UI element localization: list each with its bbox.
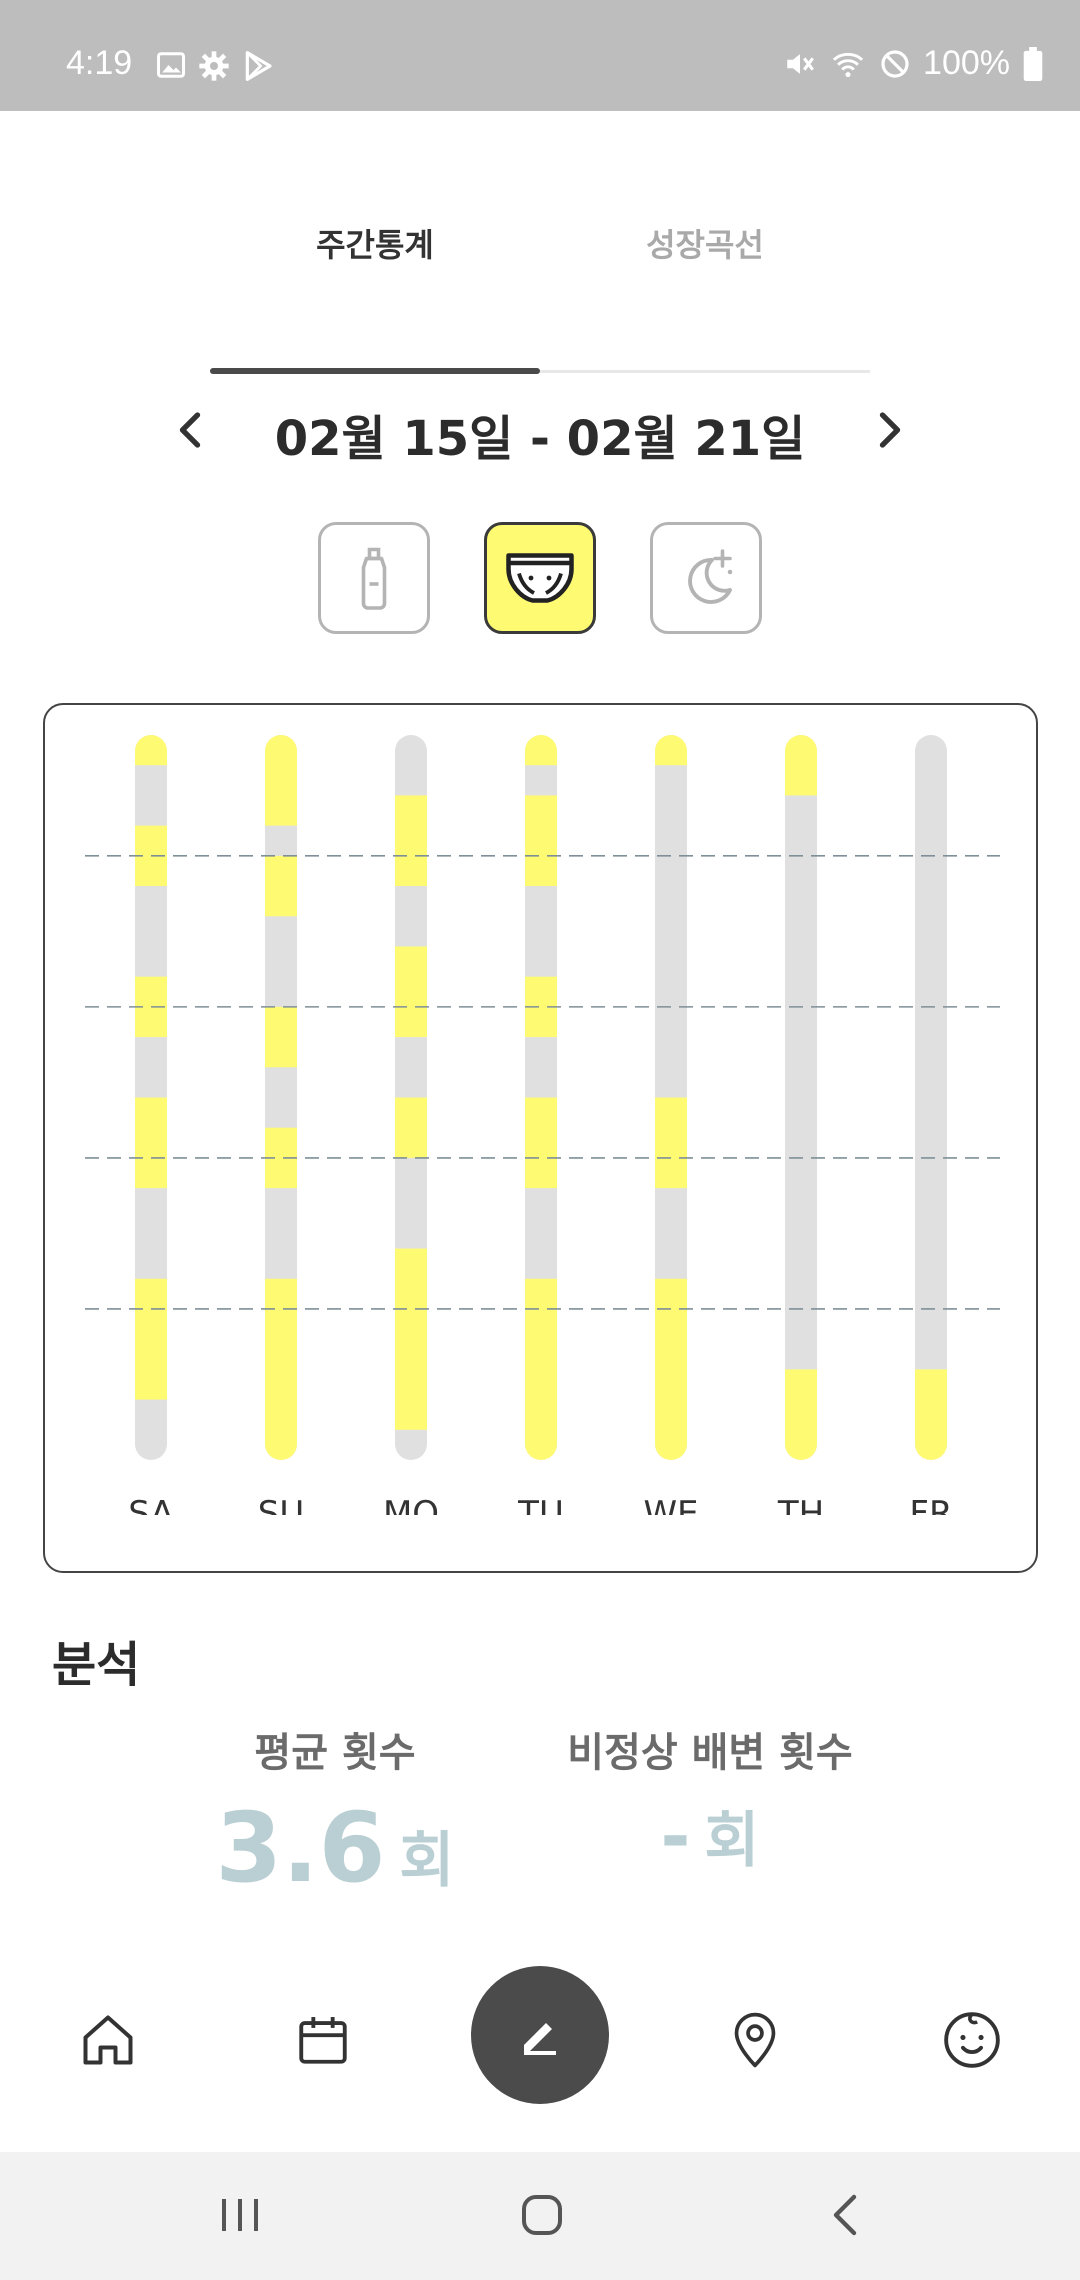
tab-weekly-stats[interactable]: 주간통계 xyxy=(210,220,540,266)
diaper-event-segment xyxy=(525,1278,557,1460)
day-bar-th xyxy=(785,735,817,1460)
analysis-title: 분석 xyxy=(52,1637,141,1693)
diaper-event-segment xyxy=(655,1278,687,1460)
day-bar-mo xyxy=(395,735,427,1460)
next-week-button[interactable] xyxy=(860,395,920,465)
battery-icon xyxy=(1023,46,1043,81)
location-icon xyxy=(734,2012,776,2068)
diaper-event-segment xyxy=(915,1369,947,1460)
day-bar-sa xyxy=(135,735,167,1460)
sleep-category-button[interactable] xyxy=(650,522,762,634)
nav-location-button[interactable] xyxy=(715,2000,795,2080)
average-count-label: 평균 횟수 xyxy=(254,1730,416,1776)
system-navigation-bar xyxy=(0,2152,1080,2280)
day-bar-we xyxy=(655,735,687,1460)
diaper-event-segment xyxy=(525,1097,557,1189)
day-bar-track xyxy=(915,735,947,1460)
diaper-event-segment xyxy=(265,735,297,826)
diaper-event-segment xyxy=(525,735,557,766)
gear-icon xyxy=(199,51,229,81)
nav-baby-button[interactable] xyxy=(932,2000,1012,2080)
prev-week-button[interactable] xyxy=(160,395,220,465)
date-range-selector: 02월 15일 - 02월 21일 xyxy=(160,395,920,467)
diaper-category-button[interactable] xyxy=(484,522,596,634)
diaper-event-segment xyxy=(395,1248,427,1430)
image-icon xyxy=(157,52,185,78)
diaper-event-segment xyxy=(135,735,167,766)
bottom-navigation xyxy=(0,1960,1080,2150)
diaper-event-segment xyxy=(655,735,687,766)
nav-calendar-button[interactable] xyxy=(283,2000,363,2080)
diaper-event-segment xyxy=(395,1097,427,1158)
status-bar: 4:19 100% xyxy=(0,0,1080,111)
diaper-event-segment xyxy=(395,795,427,887)
day-bar-tu xyxy=(525,735,557,1460)
do-not-disturb-icon xyxy=(881,49,909,78)
chevron-right-icon xyxy=(879,412,901,448)
recents-button[interactable] xyxy=(205,2180,275,2250)
bottle-icon xyxy=(361,547,387,610)
baby-icon xyxy=(944,2012,1000,2068)
recents-icon xyxy=(222,2199,258,2231)
diaper-event-segment xyxy=(265,1278,297,1460)
calendar-icon xyxy=(299,2017,347,2064)
status-time: 4:19 xyxy=(66,44,133,82)
tab-growth-curve[interactable]: 성장곡선 xyxy=(540,220,870,266)
stats-tabs: 주간통계 성장곡선 xyxy=(210,210,870,375)
abnormal-count-value: - xyxy=(660,1794,691,1878)
abnormal-count-stat: 비정상 배변 횟수 -회 xyxy=(545,1720,875,1879)
feeding-category-button[interactable] xyxy=(318,522,430,634)
abnormal-count-label: 비정상 배변 횟수 xyxy=(567,1730,853,1776)
diaper-event-segment xyxy=(135,1097,167,1189)
day-bar-track xyxy=(785,735,817,1460)
mute-icon xyxy=(787,53,815,74)
diaper-event-segment xyxy=(655,1097,687,1189)
chevron-left-icon xyxy=(179,412,201,448)
back-button[interactable] xyxy=(810,2180,880,2250)
home-icon xyxy=(522,2195,562,2235)
date-range-text: 02월 15일 - 02월 21일 xyxy=(274,411,806,467)
moon-icon xyxy=(688,549,733,604)
diaper-event-segment xyxy=(785,1369,817,1460)
play-store-icon xyxy=(245,51,272,81)
diaper-icon xyxy=(506,553,574,603)
system-home-button[interactable] xyxy=(507,2180,577,2250)
label-cutoff xyxy=(65,1515,1020,1555)
back-icon xyxy=(833,2194,857,2236)
diaper-event-segment xyxy=(785,735,817,796)
battery-percent: 100% xyxy=(923,44,1010,82)
weekly-diaper-chart: SA SU MO TU WE TH FR xyxy=(43,703,1038,1573)
nav-edit-button[interactable] xyxy=(471,1966,609,2104)
chart-svg: SA SU MO TU WE TH FR xyxy=(65,735,1020,1555)
home-icon xyxy=(83,2015,133,2065)
tab-indicator xyxy=(210,368,540,374)
average-count-stat: 평균 횟수 3.6 회 xyxy=(190,1720,480,1904)
diaper-event-segment xyxy=(395,946,427,1038)
day-bar-su xyxy=(265,735,297,1460)
diaper-event-segment xyxy=(525,795,557,887)
diaper-event-segment xyxy=(265,855,297,917)
diaper-event-segment xyxy=(265,1006,297,1068)
average-count-unit: 회 xyxy=(399,1826,455,1896)
day-bar-fr xyxy=(915,735,947,1460)
wifi-icon xyxy=(832,52,864,77)
average-count-value: 3.6 xyxy=(215,1792,386,1904)
nav-home-button[interactable] xyxy=(68,2000,148,2080)
diaper-event-segment xyxy=(135,1278,167,1400)
edit-icon xyxy=(524,2023,556,2055)
abnormal-count-unit: 회 xyxy=(704,1806,760,1876)
